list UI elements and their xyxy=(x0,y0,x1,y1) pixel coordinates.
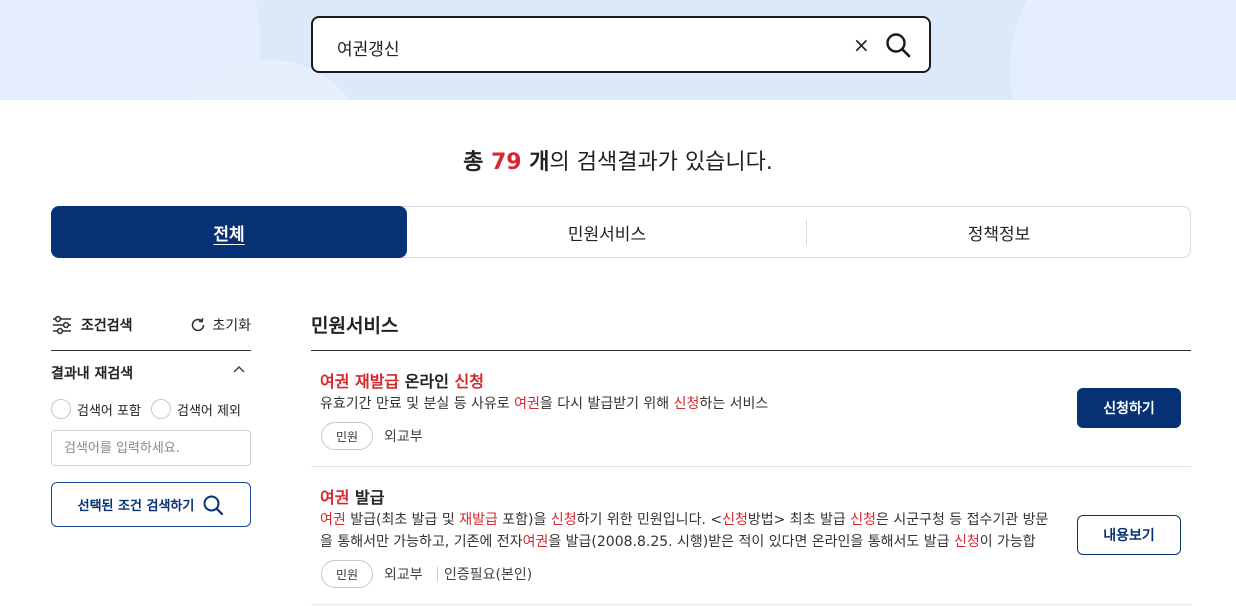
filter-header: 조건검색 초기화 xyxy=(51,313,251,339)
filter-sliders-icon xyxy=(53,315,71,335)
result-title[interactable]: 여권 발급 xyxy=(320,484,384,508)
result-item: 여권 발급 여권 발급(최초 발급 및 재발급 포함)을 신청하기 위한 민원입… xyxy=(311,467,1191,606)
tab-all[interactable]: 전체 xyxy=(51,206,407,258)
auth-required-label: 인증필요(본인) xyxy=(444,567,533,583)
highlighted-keyword: 신청 xyxy=(850,512,876,528)
category-tag: 민원 xyxy=(321,560,374,588)
text-fragment: 유효기간 만료 및 분실 등 사유로 xyxy=(320,396,515,412)
result-title[interactable]: 여권 재발급 온라인 신청 xyxy=(320,368,484,392)
highlighted-keyword: 여권 xyxy=(514,396,540,412)
radio-circle[interactable] xyxy=(51,399,71,419)
text-fragment: 포함)을 xyxy=(497,512,551,528)
search-icon xyxy=(203,495,224,515)
radio-exclude-keyword[interactable]: 검색어 제외 xyxy=(151,399,241,419)
result-count: 총 79 개의 검색결과가 있습니다. xyxy=(463,150,773,175)
radio-circle[interactable] xyxy=(151,399,171,419)
reset-button[interactable]: 초기화 xyxy=(189,315,251,335)
apply-filter-button[interactable]: 선택된 조건 검색하기 xyxy=(51,482,251,527)
agency-label: 외교부 xyxy=(384,567,423,583)
filter-title: 조건검색 xyxy=(51,315,133,335)
result-description: 유효기간 만료 및 분실 등 사유로 여권을 다시 발급받기 위해 신청하는 서… xyxy=(320,393,768,415)
chevron-up-icon[interactable] xyxy=(232,363,246,377)
text-fragment: 온라인 xyxy=(399,372,455,391)
agency-label: 외교부 xyxy=(384,429,423,445)
result-count-number: 79 xyxy=(490,150,522,175)
search-input[interactable]: 여권갱신 xyxy=(337,35,400,60)
result-item: 여권 재발급 온라인 신청 유효기간 만료 및 분실 등 사유로 여권을 다시 … xyxy=(311,351,1191,466)
text-fragment: 발급(최초 발급 및 xyxy=(345,512,460,528)
category-tag: 민원 xyxy=(321,422,374,450)
highlighted-keyword: 여권 xyxy=(320,512,346,528)
tab-policy-info[interactable]: 정책정보 xyxy=(807,206,1191,258)
highlighted-keyword: 재발급 xyxy=(459,512,498,528)
result-divider xyxy=(311,604,1191,605)
apply-button[interactable]: 신청하기 xyxy=(1077,388,1181,428)
text-fragment: 하는 서비스 xyxy=(699,396,769,412)
radio-include-keyword[interactable]: 검색어 포함 xyxy=(51,399,141,419)
highlighted-keyword: 신청 xyxy=(550,512,577,528)
meta-divider xyxy=(437,567,438,581)
highlighted-keyword: 신청 xyxy=(454,372,484,391)
highlighted-keyword: 신청 xyxy=(953,534,980,550)
refine-search-input[interactable] xyxy=(51,430,251,466)
refresh-icon xyxy=(192,318,205,332)
text-fragment: 발급 xyxy=(349,488,385,507)
section-title: 민원서비스 xyxy=(311,315,399,337)
search-box[interactable]: 여권갱신 × xyxy=(311,16,931,73)
highlighted-keyword: 재발급 xyxy=(355,372,400,391)
clear-icon[interactable]: × xyxy=(853,33,870,57)
result-description: 여권 발급(최초 발급 및 재발급 포함)을 신청하기 위한 민원입니다. <신… xyxy=(320,509,1060,553)
filter-divider xyxy=(51,350,251,351)
search-icon[interactable] xyxy=(885,32,911,58)
tab-civil-services[interactable]: 민원서비스 xyxy=(407,206,807,258)
text-fragment: 을 다시 발급받기 위해 xyxy=(539,396,674,412)
text-fragment: 을 발급(2008.8.25. 시행)받은 적이 있다면 온라인을 통해서도 발… xyxy=(548,534,954,550)
highlighted-keyword: 여권 xyxy=(320,488,350,507)
refine-title: 결과내 재검색 xyxy=(51,366,134,382)
category-tabs: 전체 민원서비스 정책정보 xyxy=(51,206,1191,258)
highlighted-keyword: 여권 xyxy=(522,534,549,550)
text-fragment: 하기 위한 민원입니다. < xyxy=(576,512,723,528)
text-fragment: 방법> 최초 발급 xyxy=(747,512,851,528)
highlighted-keyword: 신청 xyxy=(673,396,700,412)
highlighted-keyword: 여권 xyxy=(320,372,350,391)
highlighted-keyword: 신청 xyxy=(722,512,748,528)
view-details-button[interactable]: 내용보기 xyxy=(1077,515,1181,555)
